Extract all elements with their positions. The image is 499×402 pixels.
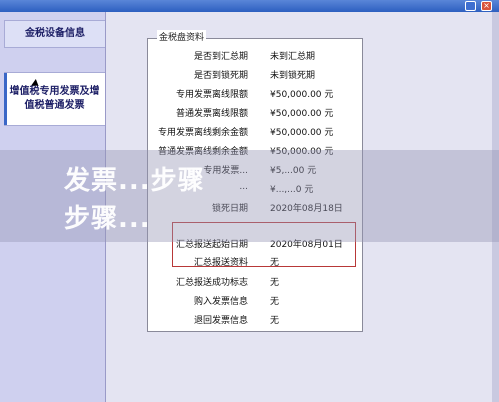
row-value: 未到锁死期 — [270, 71, 316, 81]
overlay-text-line1: 发票...步骤 — [64, 166, 205, 196]
close-button[interactable]: × — [481, 1, 492, 11]
info-row: 是否到汇总期 未到汇总期 — [148, 46, 360, 64]
info-row: 专用发票离线剩余金额 ¥50,000.00 元 — [148, 122, 360, 140]
row-label: 专用发票离线剩余金额 — [157, 128, 248, 138]
sidebar-item-label: 金税设备信息 — [25, 28, 85, 39]
panel-title: 金税盘资料 — [157, 30, 207, 43]
info-row: 购入发票信息 无 — [148, 291, 360, 309]
sidebar-item-tax-device-info[interactable]: 金税设备信息 — [4, 20, 105, 48]
info-row: 汇总报送成功标志 无 — [148, 272, 360, 290]
row-label: 是否到锁死期 — [193, 71, 248, 81]
row-label: 是否到汇总期 — [193, 52, 248, 62]
row-value: ¥50,000.00 元 — [270, 109, 334, 119]
row-value: 无 — [270, 316, 280, 326]
row-value: ¥50,000.00 元 — [270, 90, 334, 100]
active-indicator — [4, 73, 7, 125]
sidebar-item-vat-invoices[interactable]: 增值税专用发票及增值税普通发票 — [4, 72, 105, 126]
row-label: 购入发票信息 — [193, 297, 248, 307]
row-value: 无 — [270, 278, 280, 288]
title-bar — [0, 0, 499, 12]
row-value: 未到汇总期 — [270, 52, 316, 62]
info-row: 是否到锁死期 未到锁死期 — [148, 65, 360, 83]
row-label: 退回发票信息 — [193, 316, 248, 326]
info-row: 普通发票离线限额 ¥50,000.00 元 — [148, 103, 360, 121]
row-label: 普通发票离线限额 — [175, 109, 248, 119]
row-label: 专用发票离线限额 — [175, 90, 248, 100]
row-label: 汇总报送成功标志 — [175, 278, 248, 288]
sidebar-item-label: 增值税专用发票及增值税普通发票 — [9, 86, 100, 111]
info-row: 退回发票信息 无 — [148, 310, 360, 328]
overlay-text-line2: 步骤... — [64, 204, 151, 234]
info-row: 专用发票离线限额 ¥50,000.00 元 — [148, 84, 360, 102]
row-value: ¥50,000.00 元 — [270, 128, 334, 138]
minimize-button[interactable] — [465, 1, 476, 11]
row-value: 无 — [270, 297, 280, 307]
